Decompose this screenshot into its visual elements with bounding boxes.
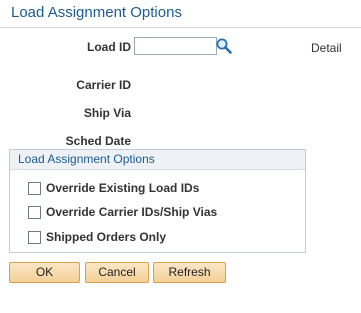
sched-date-label: Sched Date bbox=[65, 134, 131, 148]
load-id-label: Load ID bbox=[87, 40, 131, 54]
ship-via-label: Ship Via bbox=[83, 106, 131, 120]
override-carrier-checkbox[interactable] bbox=[28, 205, 41, 219]
carrier-id-label: Carrier ID bbox=[76, 78, 131, 92]
ok-button[interactable]: OK bbox=[9, 262, 80, 283]
title-divider bbox=[0, 27, 361, 28]
override-load-ids-label: Override Existing Load IDs bbox=[46, 181, 200, 195]
lookup-icon[interactable] bbox=[215, 37, 233, 55]
load-id-input[interactable] bbox=[134, 37, 217, 55]
shipped-orders-option[interactable]: Shipped Orders Only bbox=[28, 229, 166, 245]
override-carrier-option[interactable]: Override Carrier IDs/Ship Vias bbox=[28, 204, 217, 220]
override-load-ids-option[interactable]: Override Existing Load IDs bbox=[28, 180, 199, 196]
override-carrier-label: Override Carrier IDs/Ship Vias bbox=[46, 205, 218, 219]
page-title: Load Assignment Options bbox=[11, 4, 182, 21]
options-group-box: Load Assignment Options Override Existin… bbox=[9, 149, 306, 253]
shipped-orders-label: Shipped Orders Only bbox=[46, 230, 167, 244]
shipped-orders-checkbox[interactable] bbox=[28, 230, 41, 244]
options-group-title: Load Assignment Options bbox=[10, 150, 305, 170]
refresh-button[interactable]: Refresh bbox=[153, 262, 226, 283]
override-load-ids-checkbox[interactable] bbox=[28, 181, 41, 195]
detail-link[interactable]: Detail bbox=[311, 41, 342, 55]
cancel-button[interactable]: Cancel bbox=[85, 262, 149, 283]
